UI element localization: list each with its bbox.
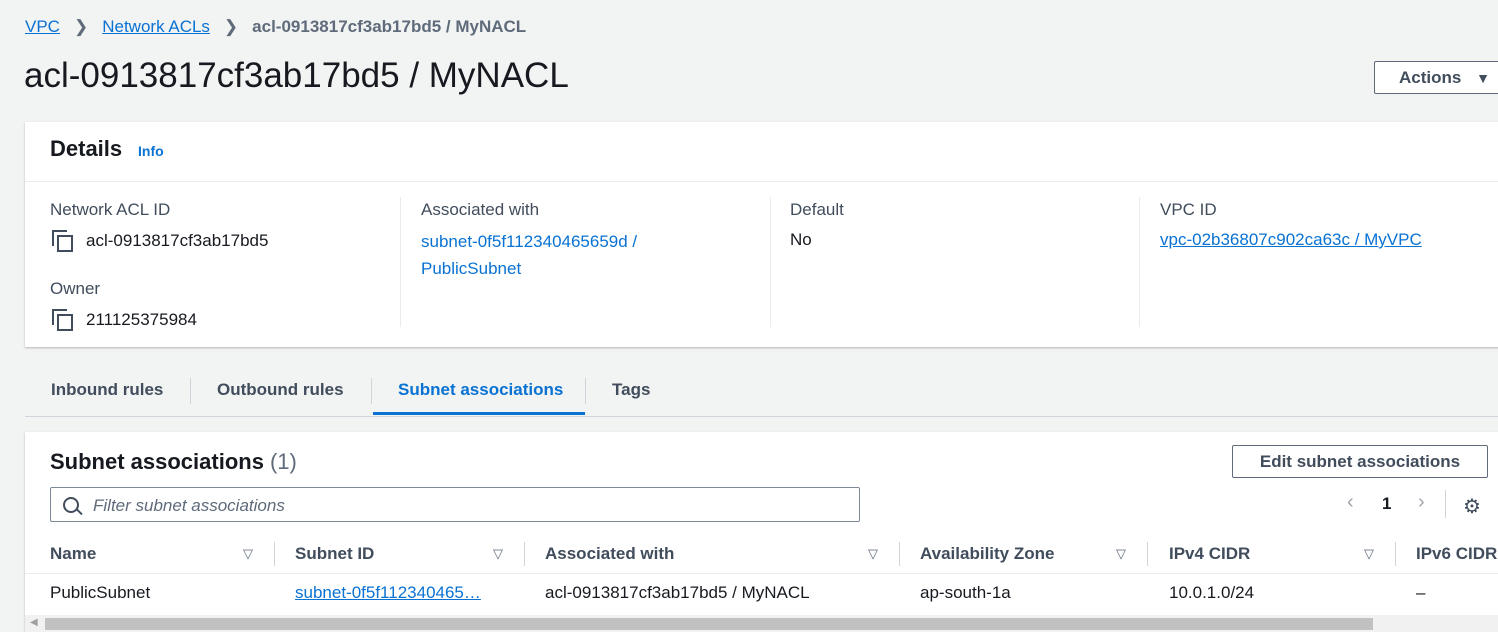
column-header-ipv4-cidr[interactable]: IPv4 CIDR [1169,544,1250,564]
subnet-associations-count: (1) [269,449,297,474]
chevron-right-icon[interactable]: › [1418,491,1425,514]
chevron-left-icon[interactable]: ‹ [1347,491,1354,514]
divider [400,197,401,327]
subnet-associations-heading: Subnet associations (1) [50,449,297,475]
default-column: Default No [790,200,844,250]
divider [770,197,771,327]
associated-with-label: Associated with [421,200,540,219]
tab-subnet-associations[interactable]: Subnet associations [398,380,563,400]
column-header-name[interactable]: Name [50,544,96,564]
breadcrumb-link-network-acls[interactable]: Network ACLs [102,17,210,37]
chevron-right-icon: ❯ [223,17,239,36]
column-header-ipv6-cidr[interactable]: IPv6 CIDR [1416,544,1497,564]
search-icon [63,497,79,513]
owner-value: 211125375984 [86,310,197,329]
tab-divider [585,378,586,404]
associated-subnet-line1: subnet-0f5f112340465659d / [421,232,638,251]
details-heading: Details [50,136,123,161]
copy-icon[interactable] [50,309,73,331]
scroll-left-icon[interactable]: ◀ [30,617,38,628]
associated-subnet-line2: PublicSubnet [421,259,522,278]
caret-down-icon: ▼ [1476,70,1490,86]
cell-associated-with: acl-0913817cf3ab17bd5 / MyNACL [545,583,810,602]
column-header-availability-zone[interactable]: Availability Zone [920,544,1054,564]
table-row[interactable]: PublicSubnet subnet-0f5f112340465… acl-0… [25,573,1498,615]
cell-subnet-id-link[interactable]: subnet-0f5f112340465… [295,583,481,603]
page-title: acl-0913817cf3ab17bd5 / MyNACL [24,56,569,95]
chevron-right-icon: ❯ [73,17,89,36]
details-header: Details Info [25,122,1498,182]
filter-input[interactable] [91,492,835,519]
vpc-id-link[interactable]: vpc-02b36807c902ca63c / MyVPC [1160,230,1422,250]
cell-ipv4-cidr: 10.0.1.0/24 [1169,583,1255,602]
breadcrumb-link-vpc[interactable]: VPC [25,17,60,37]
sort-caret-icon[interactable]: ▽ [1364,546,1374,562]
divider [1139,197,1140,327]
scrollbar-thumb[interactable] [45,618,1373,630]
network-acl-id-value: acl-0913817cf3ab17bd5 [86,231,269,250]
page-number[interactable]: 1 [1382,494,1391,514]
active-tab-indicator [373,412,585,415]
tab-bar: Inbound rules Outbound rules Subnet asso… [25,372,1498,417]
column-divider[interactable] [524,542,525,566]
pager-divider [1445,490,1446,518]
network-acl-id-label: Network ACL ID [50,200,171,219]
actions-button[interactable]: Actions ▼ [1374,61,1498,94]
associated-with-column: Associated with subnet-0f5f112340465659d… [421,200,637,282]
column-header-subnet-id[interactable]: Subnet ID [295,544,374,564]
column-divider[interactable] [274,542,275,566]
default-label: Default [790,200,844,219]
sort-caret-icon[interactable]: ▽ [493,546,503,562]
column-divider[interactable] [1395,542,1396,566]
edit-subnet-associations-button[interactable]: Edit subnet associations [1232,445,1488,478]
vpc-id-column: VPC ID vpc-02b36807c902ca63c / MyVPC [1160,200,1422,250]
tab-divider [371,378,372,404]
table-header: Name ▽ Subnet ID ▽ Associated with ▽ Ava… [25,536,1498,574]
tab-inbound-rules[interactable]: Inbound rules [51,380,163,400]
info-link[interactable]: Info [138,143,164,159]
horizontal-scrollbar[interactable]: ◀ [25,615,1498,632]
associated-subnet-link[interactable]: subnet-0f5f112340465659d / PublicSubnet [421,228,637,282]
cell-name: PublicSubnet [50,583,151,602]
copy-icon[interactable] [50,230,73,252]
network-acl-id-column: Network ACL ID acl-0913817cf3ab17bd5 Own… [50,200,268,331]
tab-outbound-rules[interactable]: Outbound rules [217,380,344,400]
filter-field[interactable] [50,487,860,522]
column-divider[interactable] [899,542,900,566]
breadcrumb-current: acl-0913817cf3ab17bd5 / MyNACL [252,17,527,36]
actions-label: Actions [1399,68,1462,87]
default-value: No [790,230,812,249]
cell-ipv6-cidr: – [1416,583,1426,602]
sort-caret-icon[interactable]: ▽ [243,546,253,562]
sort-caret-icon[interactable]: ▽ [868,546,878,562]
details-panel: Details Info Network ACL ID acl-0913817c… [25,122,1498,347]
column-divider[interactable] [1147,542,1148,566]
breadcrumb: VPC ❯ Network ACLs ❯ acl-0913817cf3ab17b… [25,17,526,37]
cell-availability-zone: ap-south-1a [920,583,1011,602]
column-header-associated-with[interactable]: Associated with [545,544,674,564]
sort-caret-icon[interactable]: ▽ [1116,546,1126,562]
gear-icon[interactable]: ⚙ [1463,494,1481,519]
tab-tags[interactable]: Tags [612,380,650,400]
owner-label: Owner [50,279,101,298]
vpc-id-label: VPC ID [1160,200,1217,219]
subnet-associations-title: Subnet associations [50,449,264,474]
tab-divider [190,378,191,404]
subnet-associations-panel: Subnet associations (1) Edit subnet assoc… [25,432,1498,632]
